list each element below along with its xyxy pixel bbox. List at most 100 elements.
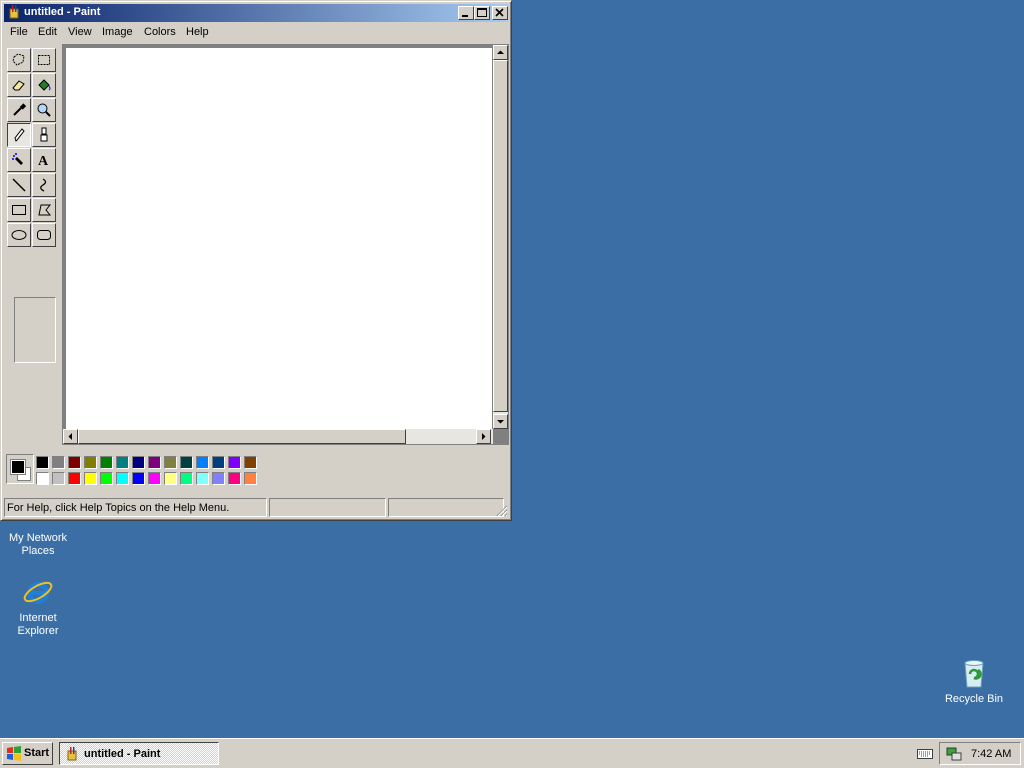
rectangle-icon (12, 205, 26, 215)
scroll-down-button[interactable] (493, 414, 508, 429)
vertical-scroll-thumb[interactable] (493, 60, 508, 412)
palette-swatch[interactable] (132, 472, 145, 485)
tool-free-form-select[interactable] (7, 48, 31, 72)
toolbox: A (4, 46, 61, 492)
palette-swatch[interactable] (36, 456, 49, 469)
foreground-color-swatch[interactable] (10, 459, 26, 475)
line-icon (12, 178, 26, 192)
maximize-button[interactable] (474, 6, 490, 20)
scroll-left-button[interactable] (63, 429, 78, 444)
internet-explorer-label-1: Internet (19, 612, 57, 624)
internet-explorer-icon[interactable]: Internet Explorer (0, 576, 76, 638)
tool-rounded-rectangle[interactable] (32, 223, 56, 247)
palette-swatch[interactable] (148, 472, 161, 485)
ellipse-icon (11, 230, 27, 240)
tool-pencil[interactable] (7, 123, 31, 147)
resize-grip-icon[interactable] (496, 505, 508, 517)
tool-polygon[interactable] (32, 198, 56, 222)
my-network-places-label-2: Places (21, 545, 55, 557)
status-help-text: For Help, click Help Topics on the Help … (4, 498, 267, 517)
arrow-left-icon (68, 433, 72, 440)
color-palette (4, 451, 304, 489)
palette-swatch[interactable] (52, 456, 65, 469)
palette-swatch[interactable] (68, 472, 81, 485)
tool-eraser[interactable] (7, 73, 31, 97)
palette-swatch[interactable] (164, 456, 177, 469)
close-button[interactable] (492, 6, 508, 20)
menu-image[interactable]: Image (102, 26, 133, 38)
tool-magnifier[interactable] (32, 98, 56, 122)
palette-swatch[interactable] (180, 472, 193, 485)
taskbar-paint-button[interactable]: untitled - Paint (59, 742, 219, 765)
minimize-icon (462, 15, 468, 17)
title-bar[interactable]: untitled - Paint (4, 4, 508, 22)
tool-select[interactable] (32, 48, 56, 72)
vertical-scrollbar[interactable] (493, 45, 508, 429)
clock[interactable]: 7:42 AM (971, 748, 1011, 760)
palette-swatch[interactable] (196, 456, 209, 469)
palette-swatch[interactable] (244, 456, 257, 469)
select-icon (38, 55, 50, 65)
tool-line[interactable] (7, 173, 31, 197)
scroll-up-button[interactable] (493, 45, 508, 60)
free-form-select-icon (12, 53, 25, 66)
scroll-right-button[interactable] (476, 429, 491, 444)
tool-curve[interactable] (32, 173, 56, 197)
minimize-button[interactable] (458, 6, 474, 20)
palette-swatch[interactable] (180, 456, 193, 469)
palette-swatch[interactable] (228, 456, 241, 469)
tool-rectangle[interactable] (7, 198, 31, 222)
palette-swatch[interactable] (84, 456, 97, 469)
tool-options-box[interactable] (14, 297, 56, 363)
tool-text[interactable]: A (32, 148, 56, 172)
menu-colors[interactable]: Colors (144, 26, 176, 38)
status-pane-coordinates (269, 498, 386, 517)
palette-swatch[interactable] (132, 456, 145, 469)
menu-file[interactable]: File (10, 26, 28, 38)
menu-help[interactable]: Help (186, 26, 209, 38)
palette-swatch[interactable] (116, 456, 129, 469)
pencil-icon (14, 128, 25, 142)
rounded-rectangle-icon (37, 230, 51, 240)
palette-swatch[interactable] (244, 472, 257, 485)
arrow-up-icon (497, 50, 504, 54)
tool-airbrush[interactable] (7, 148, 31, 172)
menu-edit[interactable]: Edit (38, 26, 57, 38)
taskbar-paint-label: untitled - Paint (84, 748, 161, 760)
palette-swatch[interactable] (212, 456, 225, 469)
palette-swatch[interactable] (212, 472, 225, 485)
tool-fill-with-color[interactable] (32, 73, 56, 97)
polygon-icon (38, 204, 52, 216)
start-button[interactable]: Start (2, 742, 53, 765)
palette-swatch[interactable] (36, 472, 49, 485)
svg-text:A: A (38, 154, 49, 168)
palette-swatch[interactable] (68, 456, 81, 469)
close-icon (495, 8, 504, 17)
brush-icon (40, 127, 48, 142)
palette-swatch[interactable] (52, 472, 65, 485)
palette-swatch[interactable] (228, 472, 241, 485)
tool-ellipse[interactable] (7, 223, 31, 247)
text-tool-icon: A (38, 154, 49, 168)
palette-swatch[interactable] (84, 472, 97, 485)
menu-bar: File Edit View Image Colors Help (4, 23, 508, 42)
windows-logo-icon (7, 746, 21, 761)
palette-swatch[interactable] (196, 472, 209, 485)
palette-swatch[interactable] (100, 456, 113, 469)
palette-swatch[interactable] (164, 472, 177, 485)
palette-swatch[interactable] (148, 456, 161, 469)
drawing-canvas[interactable] (66, 48, 492, 429)
palette-swatch[interactable] (116, 472, 129, 485)
horizontal-scrollbar[interactable] (63, 429, 493, 444)
tool-brush[interactable] (32, 123, 56, 147)
palette-swatch[interactable] (100, 472, 113, 485)
network-tray-icon[interactable] (946, 746, 962, 762)
menu-view[interactable]: View (68, 26, 92, 38)
keyboard-icon[interactable] (917, 748, 933, 760)
curve-icon (40, 178, 47, 192)
window-title: untitled - Paint (24, 6, 101, 18)
recycle-bin-icon[interactable]: Recycle Bin (936, 657, 1012, 706)
horizontal-scroll-thumb[interactable] (78, 429, 406, 444)
paint-app-icon[interactable] (7, 5, 21, 19)
tool-pick-color[interactable] (7, 98, 31, 122)
